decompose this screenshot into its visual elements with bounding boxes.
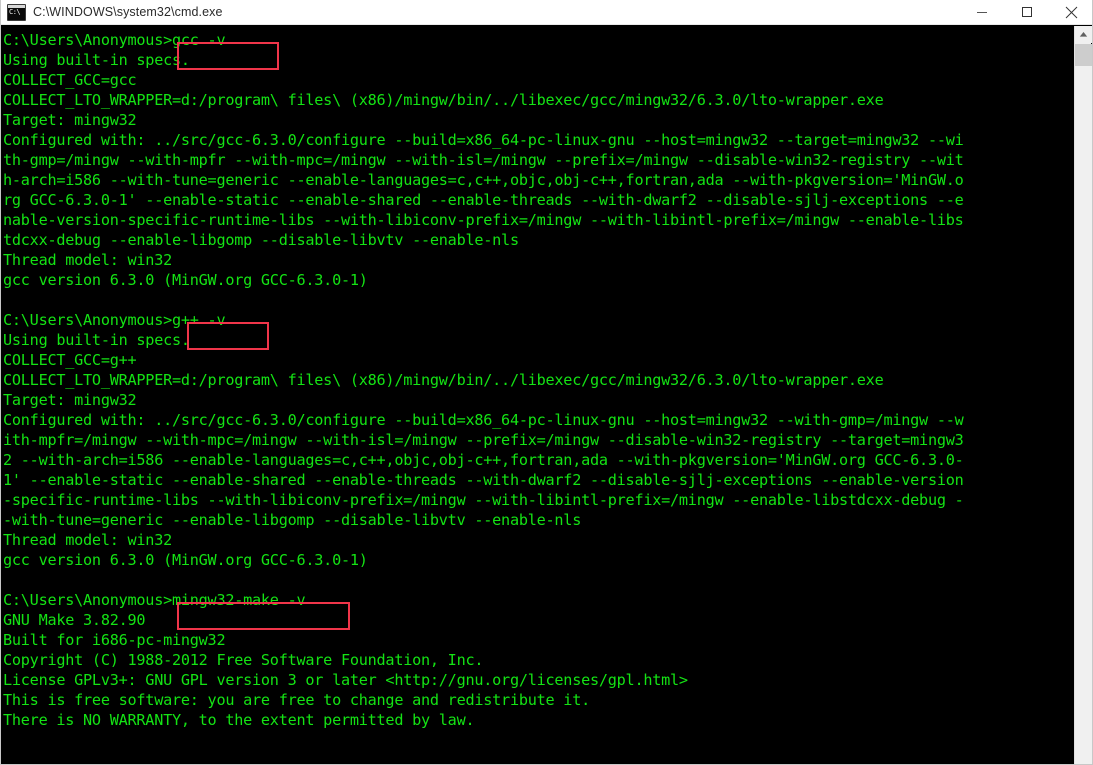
console-line: Using built-in specs. — [3, 331, 190, 349]
console-line-list: C:\Users\Anonymous>gcc -v Using built-in … — [1, 26, 1076, 730]
scrollbar-thumb[interactable] — [1075, 44, 1092, 66]
console-line: ith-mpfr=/mingw --with-mpc=/mingw --with… — [3, 431, 964, 449]
console-line: gcc version 6.3.0 (MinGW.org GCC-6.3.0-1… — [3, 271, 368, 289]
console-line: Thread model: win32 — [3, 531, 172, 549]
cmd-console-icon: C:\ — [7, 3, 26, 21]
console-line: h-arch=i586 --with-tune=generic --enable… — [3, 171, 964, 189]
console-line: C:\Users\Anonymous>gcc -v — [3, 31, 226, 49]
cmd-icon-label: C:\ — [9, 7, 21, 16]
console-line: gcc version 6.3.0 (MinGW.org GCC-6.3.0-1… — [3, 551, 368, 569]
window-title: C:\WINDOWS\system32\cmd.exe — [33, 5, 223, 19]
console-output-area[interactable]: C:\Users\Anonymous>gcc -v Using built-in … — [1, 26, 1076, 764]
console-line: COLLECT_GCC=g++ — [3, 351, 137, 369]
scroll-up-arrow-icon[interactable] — [1075, 26, 1092, 43]
console-line: This is free software: you are free to c… — [3, 691, 590, 709]
console-line: -with-tune=generic --enable-libgomp --di… — [3, 511, 582, 529]
title-bar[interactable]: C:\ C:\WINDOWS\system32\cmd.exe — [1, 0, 1092, 25]
minimize-button[interactable] — [959, 0, 1004, 25]
console-line: Target: mingw32 — [3, 391, 137, 409]
maximize-button[interactable] — [1004, 0, 1049, 25]
console-line: COLLECT_GCC=gcc — [3, 71, 137, 89]
console-line: COLLECT_LTO_WRAPPER=d:/program\ files\ (… — [3, 91, 884, 109]
console-line: Using built-in specs. — [3, 51, 190, 69]
console-line: Target: mingw32 — [3, 111, 137, 129]
console-line: tdcxx-debug --enable-libgomp --disable-l… — [3, 231, 519, 249]
console-line: nable-version-specific-runtime-libs --wi… — [3, 211, 964, 229]
console-line: Configured with: ../src/gcc-6.3.0/config… — [3, 131, 964, 149]
console-line: th-gmp=/mingw --with-mpfr --with-mpc=/mi… — [3, 151, 964, 169]
console-line: rg GCC-6.3.0-1' --enable-static --enable… — [3, 191, 964, 209]
console-line: Built for i686-pc-mingw32 — [3, 631, 226, 649]
window-controls — [959, 0, 1092, 25]
console-line: 1' --enable-static --enable-shared --ena… — [3, 471, 964, 489]
console-line: C:\Users\Anonymous>mingw32-make -v — [3, 591, 306, 609]
console-line: There is NO WARRANTY, to the extent perm… — [3, 711, 475, 729]
console-scrollbar[interactable] — [1074, 26, 1092, 764]
cmd-window: C:\ C:\WINDOWS\system32\cmd.exe C:\Users… — [0, 0, 1093, 765]
console-line: 2 --with-arch=i586 --enable-languages=c,… — [3, 451, 964, 469]
console-line: -specific-runtime-libs --with-libiconv-p… — [3, 491, 964, 509]
close-button[interactable] — [1049, 0, 1092, 25]
console-line: C:\Users\Anonymous>g++ -v — [3, 311, 226, 329]
console-line: Copyright (C) 1988-2012 Free Software Fo… — [3, 651, 484, 669]
console-line: Configured with: ../src/gcc-6.3.0/config… — [3, 411, 964, 429]
console-line: Thread model: win32 — [3, 251, 172, 269]
scrollbar-track[interactable] — [1075, 66, 1092, 764]
console-line: COLLECT_LTO_WRAPPER=d:/program\ files\ (… — [3, 371, 884, 389]
console-line: GNU Make 3.82.90 — [3, 611, 146, 629]
console-line: License GPLv3+: GNU GPL version 3 or lat… — [3, 671, 688, 689]
